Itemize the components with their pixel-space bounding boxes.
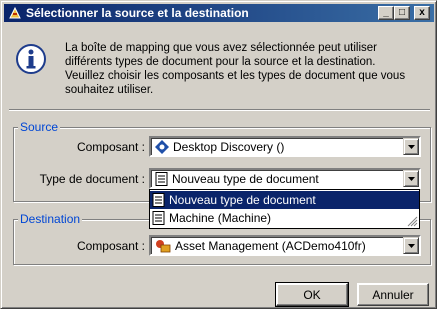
document-icon bbox=[152, 211, 165, 225]
source-legend: Source bbox=[18, 120, 61, 134]
chevron-down-icon[interactable] bbox=[403, 138, 419, 155]
doctype-label: Type de document : bbox=[39, 172, 145, 186]
title-bar[interactable]: Sélectionner la source et la destination… bbox=[4, 4, 434, 22]
destination-legend: Destination bbox=[18, 212, 83, 226]
info-icon bbox=[16, 44, 46, 74]
desktop-discovery-icon bbox=[155, 140, 169, 154]
ok-button[interactable]: OK bbox=[275, 282, 349, 307]
chevron-down-icon[interactable] bbox=[403, 237, 419, 254]
ok-button-label: OK bbox=[303, 287, 321, 302]
source-component-value: Desktop Discovery () bbox=[173, 140, 285, 154]
maximize-icon: □ bbox=[398, 7, 406, 18]
document-icon bbox=[152, 193, 165, 207]
resize-grip-icon[interactable] bbox=[406, 215, 418, 227]
info-line: souhaitez utiliser. bbox=[65, 84, 154, 96]
cancel-button-label: Annuler bbox=[372, 287, 414, 302]
separator bbox=[9, 109, 430, 111]
minimize-button[interactable]: _ bbox=[378, 6, 394, 20]
app-icon bbox=[9, 6, 21, 19]
destination-component-label: Composant : bbox=[76, 239, 145, 253]
asset-management-icon bbox=[156, 240, 171, 253]
close-button[interactable]: x bbox=[414, 6, 430, 20]
source-component-label: Composant : bbox=[76, 140, 145, 154]
info-line: La boîte de mapping que vous avez sélect… bbox=[65, 42, 377, 54]
dropdown-option-label: Nouveau type de document bbox=[169, 193, 316, 207]
close-icon: x bbox=[419, 7, 425, 18]
doctype-dropdown-list[interactable]: Nouveau type de document Machine (Machin… bbox=[149, 189, 420, 229]
doctype-select[interactable]: Nouveau type de document bbox=[149, 168, 421, 189]
cancel-button[interactable]: Annuler bbox=[357, 283, 429, 306]
info-line: différents types de document pour la sou… bbox=[65, 56, 376, 68]
dropdown-option[interactable]: Nouveau type de document bbox=[150, 191, 419, 209]
minimize-icon: _ bbox=[383, 7, 389, 18]
maximize-button[interactable]: □ bbox=[394, 6, 410, 20]
info-line: Veuillez choisir les composants et les t… bbox=[65, 70, 406, 82]
document-icon bbox=[155, 172, 168, 186]
destination-component-value: Asset Management (ACDemo410fr) bbox=[175, 239, 366, 253]
dropdown-option[interactable]: Machine (Machine) bbox=[150, 209, 419, 227]
chevron-down-icon[interactable] bbox=[403, 170, 419, 187]
info-message: La boîte de mapping que vous avez sélect… bbox=[65, 41, 425, 97]
window-title: Sélectionner la source et la destination bbox=[26, 6, 249, 20]
source-component-select[interactable]: Desktop Discovery () bbox=[149, 136, 421, 157]
dialog-window: Sélectionner la source et la destination… bbox=[0, 0, 437, 309]
dropdown-option-label: Machine (Machine) bbox=[169, 211, 272, 225]
doctype-value: Nouveau type de document bbox=[172, 172, 319, 186]
destination-component-select[interactable]: Asset Management (ACDemo410fr) bbox=[149, 235, 421, 256]
